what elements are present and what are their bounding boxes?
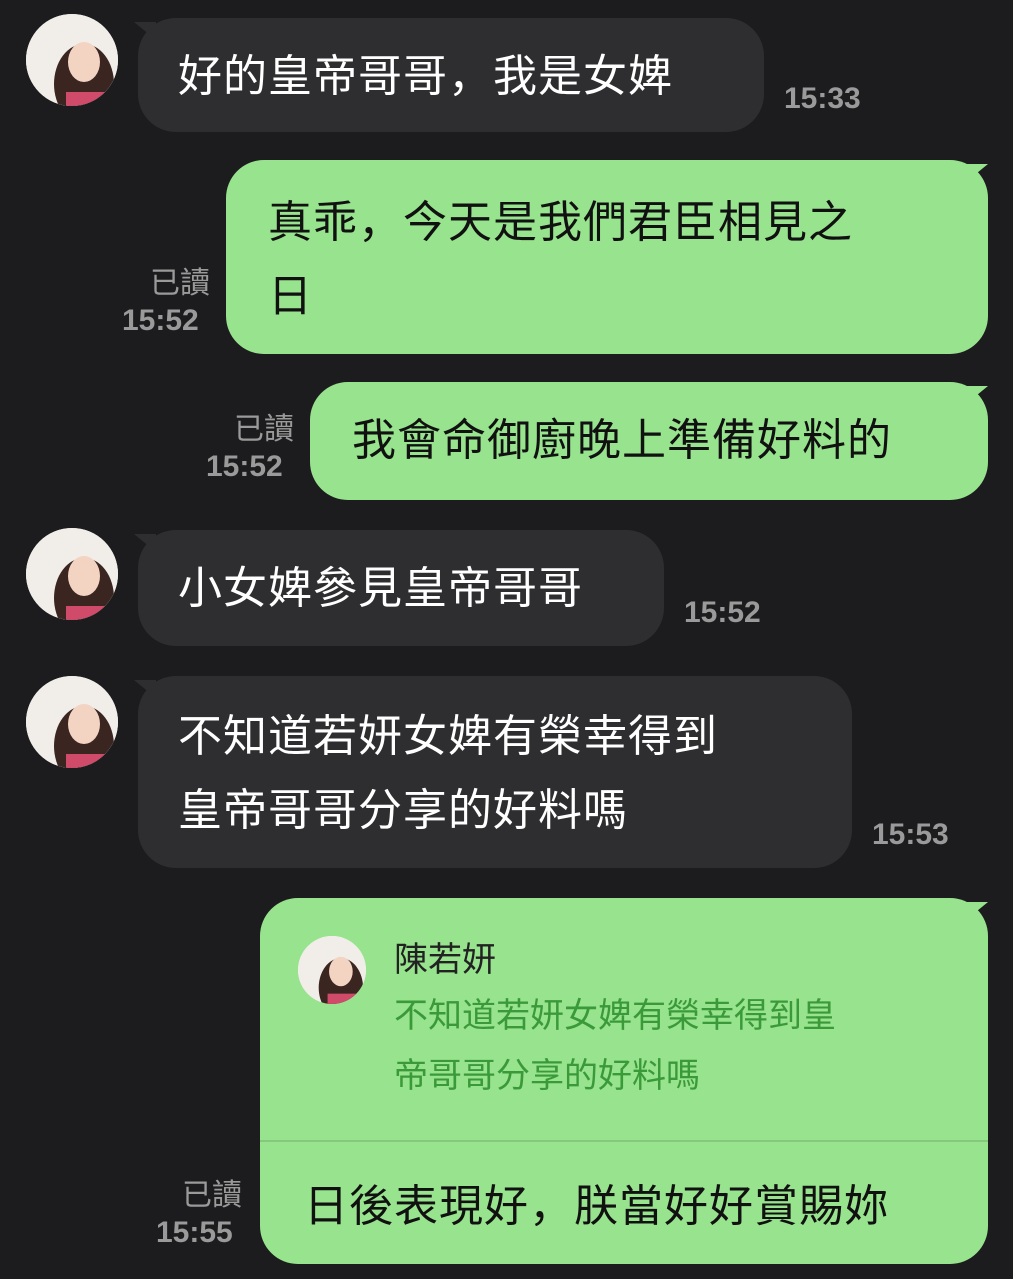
message-bubble[interactable]: 小女婢參見皇帝哥哥 [138, 530, 664, 646]
message-time: 15:52 [122, 304, 199, 337]
message-text: 我會命御廚晚上準備好料的 [352, 415, 892, 466]
reply-sender-name: 陳若妍 [394, 940, 496, 980]
message-time: 15:52 [684, 596, 761, 629]
reply-quote-line: 帝哥哥分享的好料嗎 [394, 1056, 700, 1096]
message-bubble[interactable]: 不知道若妍女婢有榮幸得到 皇帝哥哥分享的好料嗎 [138, 676, 852, 868]
message-text: 好的皇帝哥哥，我是女婢 [178, 51, 673, 102]
message-text: 小女婢參見皇帝哥哥 [178, 563, 583, 614]
reply-quote-line: 不知道若妍女婢有榮幸得到皇 [394, 996, 836, 1036]
read-receipt: 已讀 [182, 1178, 242, 1213]
read-receipt: 已讀 [150, 266, 210, 301]
message-text-line: 真乖，今天是我們君臣相見之 [268, 197, 853, 248]
message-text-line: 皇帝哥哥分享的好料嗎 [178, 785, 628, 836]
avatar[interactable] [26, 528, 118, 620]
message-time: 15:33 [784, 82, 861, 115]
message-time: 15:55 [156, 1216, 233, 1249]
reply-quote[interactable]: 不知道若妍女婢有榮幸得到皇 帝哥哥分享的好料嗎 [394, 986, 954, 1106]
read-receipt: 已讀 [234, 412, 294, 447]
message-time: 15:52 [206, 450, 283, 483]
message-text: 日後表現好，朕當好好賞賜妳 [304, 1181, 889, 1232]
reply-divider [260, 1140, 988, 1142]
message-text-line: 不知道若妍女婢有榮幸得到 [178, 711, 718, 762]
avatar[interactable] [26, 14, 118, 106]
message-bubble[interactable]: 我會命御廚晚上準備好料的 [310, 382, 988, 500]
message-text-line: 日 [268, 271, 313, 322]
avatar[interactable] [26, 676, 118, 768]
message-time: 15:53 [872, 818, 949, 851]
reply-avatar [298, 936, 366, 1004]
message-bubble[interactable]: 好的皇帝哥哥，我是女婢 [138, 18, 764, 132]
message-bubble[interactable]: 真乖，今天是我們君臣相見之 日 [226, 160, 988, 354]
